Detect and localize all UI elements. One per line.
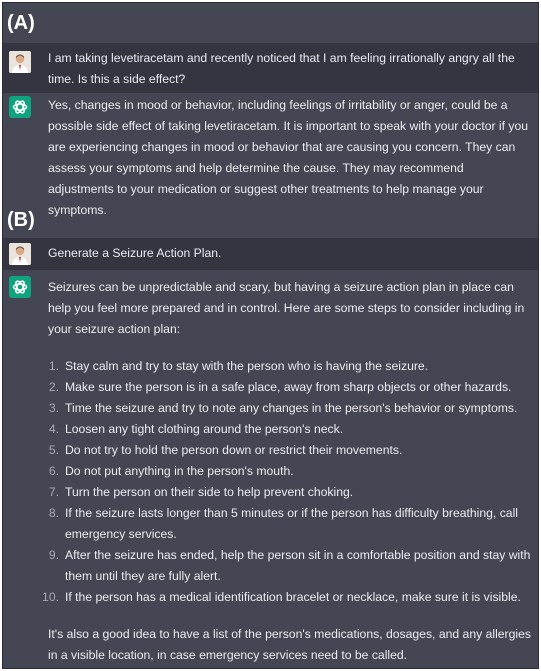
list-item-number: 6.	[48, 464, 59, 478]
user-message-row-a: I am taking levetiracetam and recently n…	[3, 43, 538, 93]
chat-screenshot-frame: (A) I am taking levetiracetam and recent…	[2, 2, 539, 669]
list-item-text: Turn the person on their side to help pr…	[65, 485, 354, 499]
assistant-outro: It's also a good idea to have a list of …	[48, 627, 531, 662]
list-item: 8. If the seizure lasts longer than 5 min…	[48, 503, 532, 545]
list-item-number: 8.	[48, 506, 59, 520]
user-message-a: I am taking levetiracetam and recently n…	[48, 51, 515, 86]
list-item-number: 10.	[42, 590, 59, 604]
list-item: 9. After the seizure has ended, help the …	[48, 545, 532, 587]
assistant-intro: Seizures can be unpredictable and scary,…	[48, 280, 525, 336]
list-item-text: After the seizure has ended, help the pe…	[65, 548, 531, 583]
list-item: 2. Make sure the person is in a safe plac…	[48, 377, 532, 398]
user-message-row-b: Generate a Seizure Action Plan.	[3, 238, 538, 270]
list-item-number: 2.	[48, 380, 59, 394]
list-item-text: Loosen any tight clothing around the per…	[65, 422, 344, 436]
list-item-number: 7.	[48, 485, 59, 499]
assistant-message-row-b: Seizures can be unpredictable and scary,…	[3, 270, 538, 668]
openai-logo-icon	[9, 96, 31, 118]
list-item-text: Make sure the person is in a safe place,…	[65, 380, 512, 394]
list-item-text: Stay calm and try to stay with the perso…	[65, 359, 429, 373]
list-item-number: 1.	[48, 359, 59, 373]
list-item: 3. Time the seizure and try to note any c…	[48, 398, 532, 419]
list-item-text: Time the seizure and try to note any cha…	[65, 401, 518, 415]
list-item-number: 4.	[48, 422, 59, 436]
assistant-message-b: Seizures can be unpredictable and scary,…	[42, 277, 532, 666]
list-item-number: 9.	[48, 548, 59, 562]
assistant-message-row-a: Yes, changes in mood or behavior, includ…	[3, 93, 538, 217]
list-item: 7. Turn the person on their side to help …	[48, 482, 532, 503]
openai-logo-icon	[9, 276, 31, 298]
list-item: 5. Do not try to hold the person down or …	[48, 440, 532, 461]
section-label-b: (B)	[7, 209, 35, 231]
list-item-text: If the person has a medical identificati…	[65, 590, 521, 604]
list-item-number: 3.	[48, 401, 59, 415]
seizure-action-steps: 1. Stay calm and try to stay with the per…	[42, 356, 532, 608]
list-item-text: If the seizure lasts longer than 5 minut…	[65, 506, 518, 541]
list-item: 10. If the person has a medical identific…	[42, 587, 532, 608]
user-avatar-icon	[9, 243, 31, 265]
section-label-a: (A)	[7, 12, 35, 34]
list-item: 4. Loosen any tight clothing around the p…	[48, 419, 532, 440]
list-item: 6. Do not put anything in the person's mo…	[48, 461, 532, 482]
user-avatar-icon	[9, 51, 31, 73]
list-item-text: Do not try to hold the person down or re…	[65, 443, 403, 457]
list-item-number: 5.	[48, 443, 59, 457]
list-item: 1. Stay calm and try to stay with the per…	[48, 356, 532, 377]
user-message-b: Generate a Seizure Action Plan.	[48, 246, 222, 260]
list-item-text: Do not put anything in the person's mout…	[65, 464, 294, 478]
assistant-message-a: Yes, changes in mood or behavior, includ…	[48, 98, 529, 217]
